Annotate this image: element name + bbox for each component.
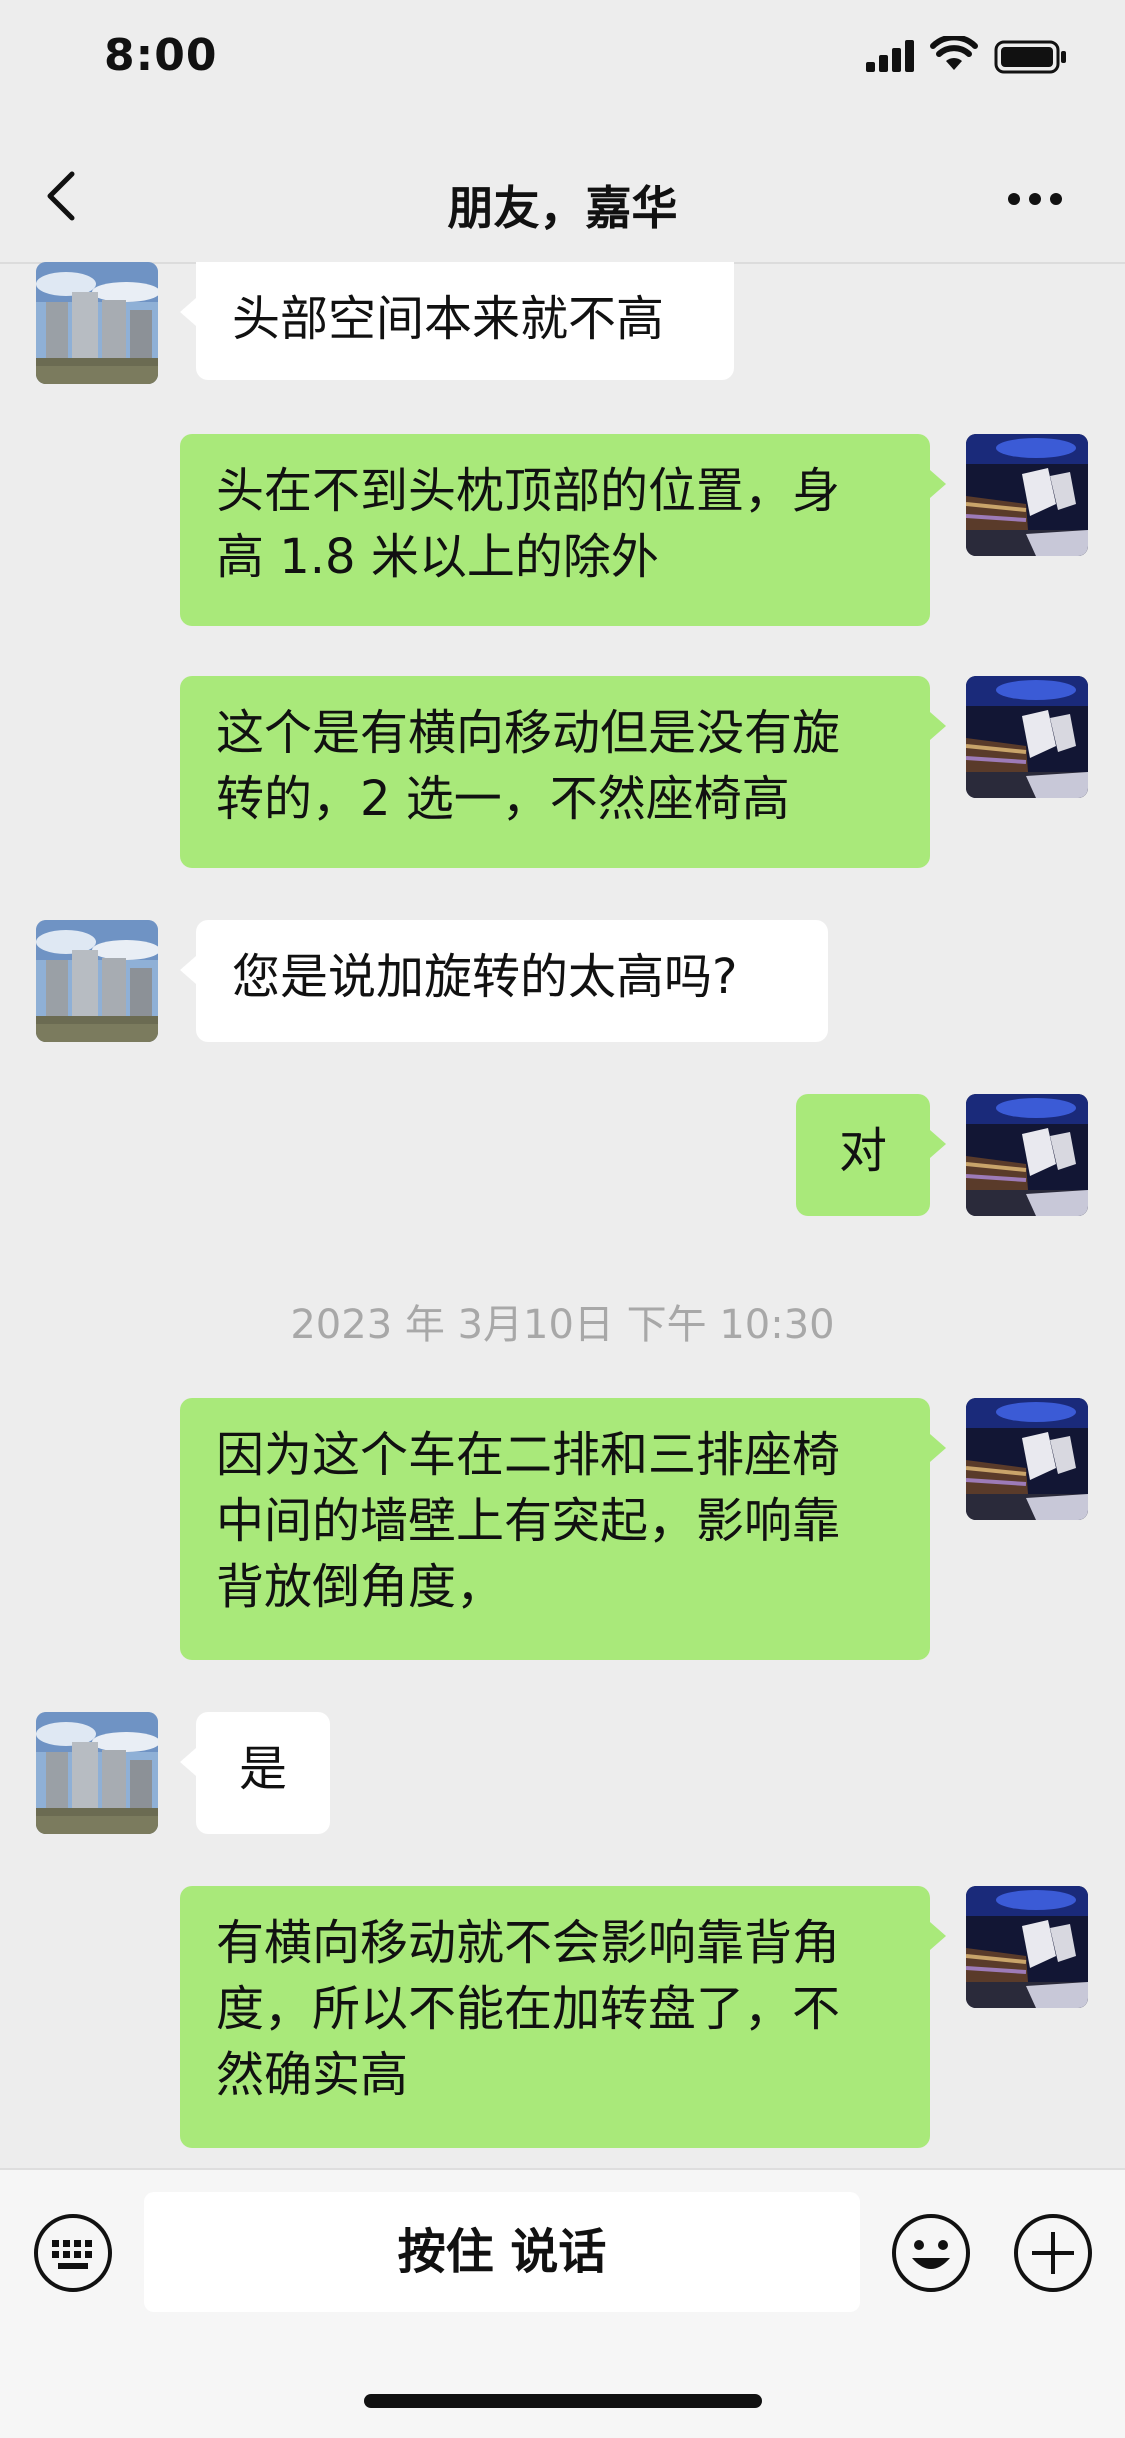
signal-icon xyxy=(866,40,914,72)
message-text-line: 头在不到头枕顶部的位置，身 xyxy=(216,463,841,519)
friend-avatar[interactable] xyxy=(36,1712,158,1834)
message-bubble-outgoing[interactable]: 对 xyxy=(796,1094,946,1216)
home-indicator[interactable] xyxy=(364,2394,762,2408)
hold-to-talk-button[interactable]: 按住 说话 xyxy=(144,2192,860,2312)
emoji-icon[interactable] xyxy=(890,2212,972,2294)
message-text-line: 中间的墙壁上有突起，影响靠 xyxy=(216,1493,841,1549)
message-text-line: 然确实高 xyxy=(216,2047,409,2103)
message-text: 头部空间本来就不高 xyxy=(232,291,665,347)
status-bar: 8:00 xyxy=(0,0,1125,120)
message-bubble-incoming[interactable]: 头部空间本来就不高 xyxy=(180,262,734,380)
message-bubble-outgoing[interactable]: 因为这个车在二排和三排座椅 中间的墙壁上有突起，影响靠 背放倒角度， xyxy=(180,1398,946,1660)
message-text-line: 度，所以不能在加转盘了，不 xyxy=(216,1981,841,2037)
chat-header: 朋友，嘉华 xyxy=(0,120,1125,264)
message-text-line: 因为这个车在二排和三排座椅 xyxy=(216,1427,841,1483)
message-bubble-outgoing[interactable]: 头在不到头枕顶部的位置，身 高 1.8 米以上的除外 xyxy=(180,434,946,626)
message-list[interactable]: 头部空间本来就不高 头在不到头枕顶部的位置，身 高 1.8 米以上的除外 这个是… xyxy=(0,262,1125,2168)
message-text-line: 转的，2 选一，不然座椅高 xyxy=(216,771,790,827)
plus-icon[interactable] xyxy=(1012,2212,1094,2294)
message-text: 对 xyxy=(838,1123,887,1179)
wifi-icon xyxy=(930,36,978,70)
battery-icon xyxy=(994,40,1066,74)
input-bar: 按住 说话 xyxy=(0,2168,1125,2438)
message-text: 您是说加旋转的太高吗? xyxy=(232,949,738,1005)
chat-title[interactable]: 朋友，嘉华 xyxy=(0,172,1125,238)
friend-avatar[interactable] xyxy=(36,262,158,384)
message-bubble-incoming[interactable]: 是 xyxy=(180,1712,330,1834)
keyboard-icon[interactable] xyxy=(32,2212,114,2294)
my-avatar[interactable] xyxy=(966,1398,1088,1520)
message-text-line: 这个是有横向移动但是没有旋 xyxy=(216,705,841,761)
message-text-line: 有横向移动就不会影响靠背角 xyxy=(216,1915,841,1971)
chat-timestamp: 2023 年 3月10日 下午 10:30 xyxy=(290,1302,835,1348)
friend-avatar[interactable] xyxy=(36,920,158,1042)
more-icon[interactable] xyxy=(1008,190,1072,205)
message-text-line: 背放倒角度， xyxy=(216,1559,505,1615)
message-bubble-outgoing[interactable]: 这个是有横向移动但是没有旋 转的，2 选一，不然座椅高 xyxy=(180,676,946,868)
my-avatar[interactable] xyxy=(966,1094,1088,1216)
my-avatar[interactable] xyxy=(966,1886,1088,2008)
message-bubble-outgoing[interactable]: 有横向移动就不会影响靠背角 度，所以不能在加转盘了，不 然确实高 xyxy=(180,1886,946,2148)
status-time: 8:00 xyxy=(104,30,218,81)
my-avatar[interactable] xyxy=(966,434,1088,556)
message-text: 是 xyxy=(238,1741,287,1797)
message-bubble-incoming[interactable]: 您是说加旋转的太高吗? xyxy=(180,920,828,1042)
message-text-line: 高 1.8 米以上的除外 xyxy=(216,529,659,585)
my-avatar[interactable] xyxy=(966,676,1088,798)
